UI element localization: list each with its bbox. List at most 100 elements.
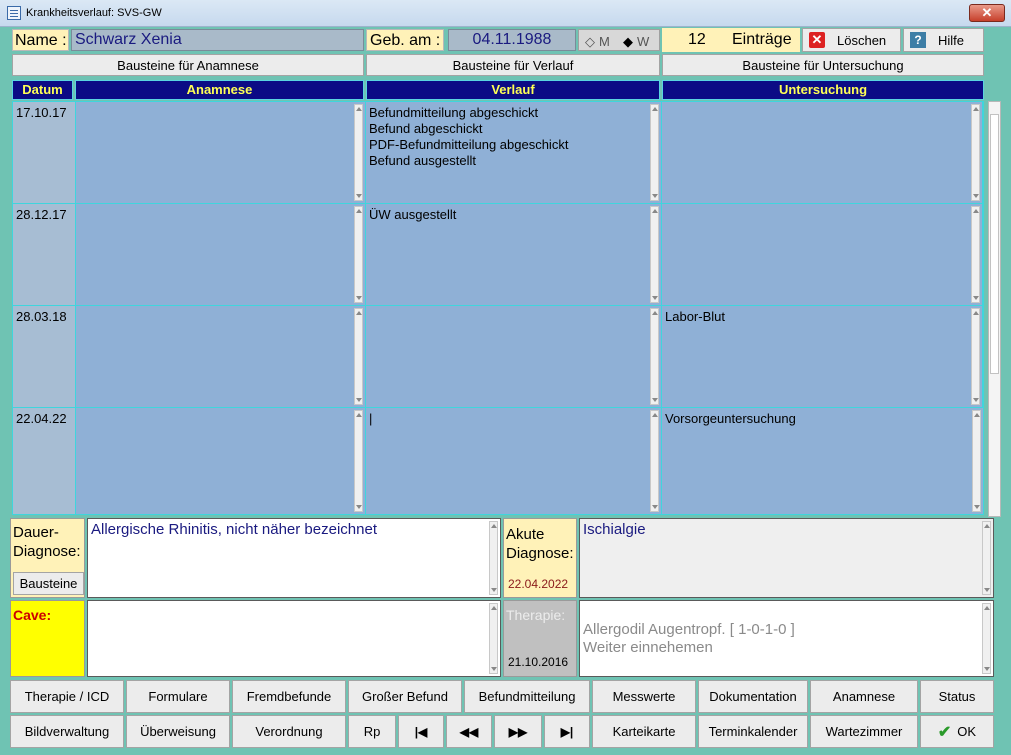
radio-w-icon[interactable]: ◆ — [623, 34, 633, 50]
app-icon — [7, 6, 21, 20]
table-row-2-datum[interactable]: 28.12.17 — [13, 204, 76, 306]
table-row-4-verlauf[interactable]: | — [366, 408, 662, 514]
date-text: 28.12.17 — [16, 207, 67, 222]
cell-scrollbar[interactable] — [354, 410, 363, 512]
table-row-4-datum[interactable]: 22.04.22 — [13, 408, 76, 514]
birthdate-field[interactable]: 04.11.1988 — [448, 29, 576, 51]
cell-scrollbar[interactable] — [650, 206, 659, 303]
cell-scrollbar[interactable] — [971, 104, 980, 201]
nav-next-button[interactable]: ▶▶ — [494, 715, 542, 748]
cell-text: Labor-Blut — [665, 309, 725, 324]
bausteine-untersuchung-button[interactable]: Bausteine für Untersuchung — [662, 54, 984, 76]
therapie-icd-button[interactable]: Therapie / ICD — [10, 680, 124, 713]
column-header-anamnese: Anamnese — [75, 80, 364, 100]
anamnese-button[interactable]: Anamnese — [810, 680, 918, 713]
dokumentation-button[interactable]: Dokumentation — [698, 680, 808, 713]
cell-text: | — [369, 411, 373, 426]
akute-diagnose-input[interactable]: Ischialgie — [579, 518, 994, 598]
cell-text — [76, 102, 365, 108]
dauer-diagnose-scrollbar[interactable] — [489, 521, 498, 595]
cell-scrollbar[interactable] — [650, 104, 659, 201]
cell-text: ÜW ausgestellt — [369, 207, 457, 222]
cave-panel: Cave: — [10, 600, 85, 677]
title-bar: Krankheitsverlauf: SVS-GW ✕ — [0, 0, 1011, 27]
radio-m-icon[interactable]: ◇ — [585, 34, 595, 50]
entries-count: 12 — [688, 31, 706, 48]
loeschen-label: Löschen — [837, 32, 887, 48]
table-row-1-verlauf[interactable]: Befundmitteilung abgeschickt Befund abge… — [366, 102, 662, 204]
cell-scrollbar[interactable] — [354, 308, 363, 405]
loeschen-button[interactable]: ✕ Löschen — [802, 28, 901, 52]
table-row-1-untersuchung[interactable] — [662, 102, 983, 204]
wartezimmer-button[interactable]: Wartezimmer — [810, 715, 918, 748]
geb-label-box: Geb. am : — [366, 29, 444, 51]
dauer-diagnose-value: Allergische Rhinitis, nicht näher bezeic… — [91, 521, 377, 538]
verordnung-button[interactable]: Verordnung — [232, 715, 346, 748]
table-row-2-untersuchung[interactable] — [662, 204, 983, 306]
delete-x-icon: ✕ — [809, 32, 825, 48]
grosser-befund-button[interactable]: Großer Befund — [348, 680, 462, 713]
table-row-4-untersuchung[interactable]: Vorsorgeuntersuchung — [662, 408, 983, 514]
hilfe-label: Hilfe — [938, 32, 965, 48]
cave-input[interactable] — [87, 600, 501, 677]
gender-w-label: W — [637, 34, 650, 49]
bausteine-verlauf-button[interactable]: Bausteine für Verlauf — [366, 54, 660, 76]
table-row-4-anamnese[interactable] — [76, 408, 366, 514]
table-row-3-verlauf[interactable] — [366, 306, 662, 408]
dauer-diagnose-input[interactable]: Allergische Rhinitis, nicht näher bezeic… — [87, 518, 501, 598]
table-row-1-anamnese[interactable] — [76, 102, 366, 204]
akute-diagnose-scrollbar[interactable] — [982, 521, 991, 595]
ueberweisung-button[interactable]: Überweisung — [126, 715, 230, 748]
cell-scrollbar[interactable] — [971, 206, 980, 303]
name-label-box: Name : — [12, 29, 69, 51]
cell-scrollbar[interactable] — [971, 308, 980, 405]
ok-label: OK — [957, 724, 977, 739]
checkmark-icon: ✔ — [937, 723, 952, 741]
close-button[interactable]: ✕ — [969, 4, 1005, 22]
terminkalender-button[interactable]: Terminkalender — [698, 715, 808, 748]
main-scrollbar-thumb[interactable] — [990, 114, 999, 374]
bildverwaltung-button[interactable]: Bildverwaltung — [10, 715, 124, 748]
therapie-label: Therapie: — [506, 607, 566, 623]
cell-text — [662, 204, 982, 210]
karteikarte-button[interactable]: Karteikarte — [592, 715, 696, 748]
cell-scrollbar[interactable] — [972, 410, 981, 512]
table-row-3-datum[interactable]: 28.03.18 — [13, 306, 76, 408]
help-icon: ? — [910, 32, 926, 48]
cell-scrollbar[interactable] — [650, 410, 659, 512]
nav-prev-button[interactable]: ◀◀ — [446, 715, 492, 748]
cell-scrollbar[interactable] — [354, 206, 363, 303]
table-row-2-anamnese[interactable] — [76, 204, 366, 306]
therapie-input[interactable]: Allergodil Augentropf. [ 1-0-1-0 ] Weite… — [579, 600, 994, 677]
cell-scrollbar[interactable] — [650, 308, 659, 405]
formulare-button[interactable]: Formulare — [126, 680, 230, 713]
nav-first-button[interactable]: |◀ — [398, 715, 444, 748]
table-row-3-anamnese[interactable] — [76, 306, 366, 408]
hilfe-button[interactable]: ? Hilfe — [903, 28, 984, 52]
cave-scrollbar[interactable] — [489, 603, 498, 674]
rp-button[interactable]: Rp — [348, 715, 396, 748]
cell-text — [76, 204, 365, 210]
cell-scrollbar[interactable] — [354, 104, 363, 201]
nav-last-icon: ▶| — [560, 724, 574, 739]
table-row-3-untersuchung[interactable]: Labor-Blut — [662, 306, 983, 408]
cell-text — [662, 102, 982, 108]
birthdate-value: 04.11.1988 — [472, 31, 552, 48]
name-field[interactable]: Schwarz Xenia — [71, 29, 364, 51]
akute-diagnose-label: Akute Diagnose: — [506, 526, 574, 562]
messwerte-button[interactable]: Messwerte — [592, 680, 696, 713]
status-button[interactable]: Status — [920, 680, 994, 713]
fremdbefunde-button[interactable]: Fremdbefunde — [232, 680, 346, 713]
column-header-datum: Datum — [12, 80, 73, 100]
therapie-date: 21.10.2016 — [508, 655, 569, 669]
ok-button[interactable]: ✔ OK — [920, 715, 994, 748]
table-row-1-datum[interactable]: 17.10.17 — [13, 102, 76, 204]
therapie-scrollbar[interactable] — [982, 603, 991, 674]
main-scrollbar[interactable] — [988, 101, 1001, 517]
nav-last-button[interactable]: ▶| — [544, 715, 590, 748]
bausteine-diagnose-button[interactable]: Bausteine — [13, 572, 84, 595]
table-row-2-verlauf[interactable]: ÜW ausgestellt — [366, 204, 662, 306]
cell-text — [76, 306, 365, 312]
bausteine-anamnese-button[interactable]: Bausteine für Anamnese — [12, 54, 364, 76]
befundmitteilung-button[interactable]: Befundmitteilung — [464, 680, 590, 713]
